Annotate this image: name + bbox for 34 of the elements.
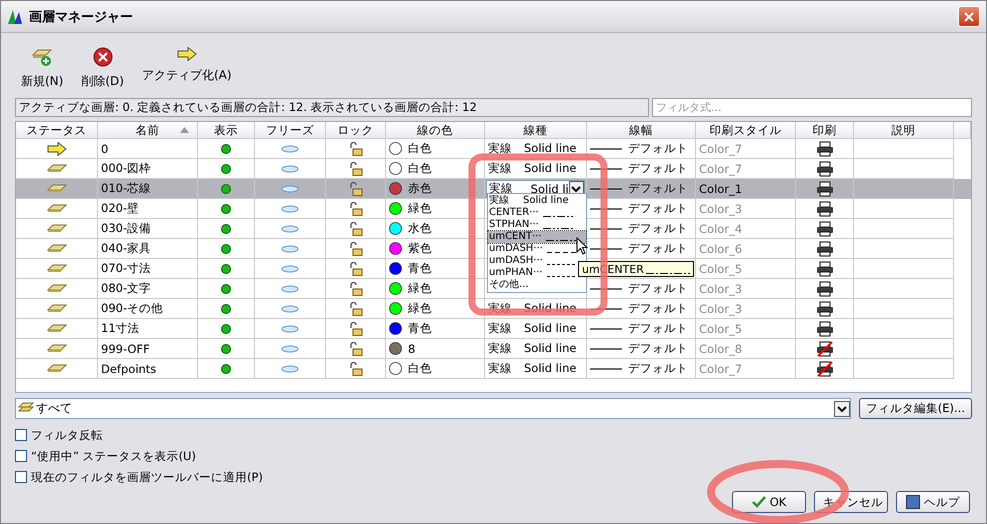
lineweight-text: デフォルト: [628, 321, 688, 336]
layer-summary: アクティブな画層: 0. 定義されている画層の合計: 12. 表示されている画層の合計: 12: [15, 98, 649, 117]
lineweight-text: デフォルト: [628, 181, 688, 196]
color-name: 白色: [408, 161, 432, 176]
linetype-text: 実線 Solid line: [488, 341, 576, 356]
lineweight-text: デフォルト: [628, 201, 688, 216]
color-name: 紫色: [408, 241, 432, 256]
lineweight-text: デフォルト: [628, 341, 688, 356]
layer-name: Defpoints: [98, 359, 198, 379]
tooltip: umCENTER: [578, 261, 694, 277]
lineweight-text: デフォルト: [628, 361, 688, 376]
color-name: 緑色: [408, 281, 432, 296]
lineweight-text: デフォルト: [628, 301, 688, 316]
linetype-text: 実線 Solid line: [488, 161, 576, 176]
linetype-text: 実線 Solid line: [488, 141, 576, 156]
window-title: 画層マネージャー: [29, 8, 134, 26]
color-name: 赤色: [408, 181, 432, 196]
lineweight-text: デフォルト: [628, 241, 688, 256]
color-name: 白色: [408, 141, 432, 156]
color-name: 8: [408, 342, 416, 356]
color-name: 白色: [408, 361, 432, 376]
color-name: 緑色: [408, 301, 432, 316]
lineweight-text: デフォルト: [628, 281, 688, 296]
plot-style: Color_7: [696, 359, 796, 379]
linetype-text: 実線 Solid line: [488, 361, 576, 376]
color-name: 水色: [408, 221, 432, 236]
lineweight-text: デフォルト: [628, 221, 688, 236]
color-name: 緑色: [408, 201, 432, 216]
color-name: 青色: [408, 321, 432, 336]
color-name: 青色: [408, 261, 432, 276]
lineweight-text: デフォルト: [628, 141, 688, 156]
linetype-text: 実線 Solid line: [488, 301, 576, 316]
linetype-text: 実線 Solid line: [488, 321, 576, 336]
lineweight-text: デフォルト: [628, 161, 688, 176]
